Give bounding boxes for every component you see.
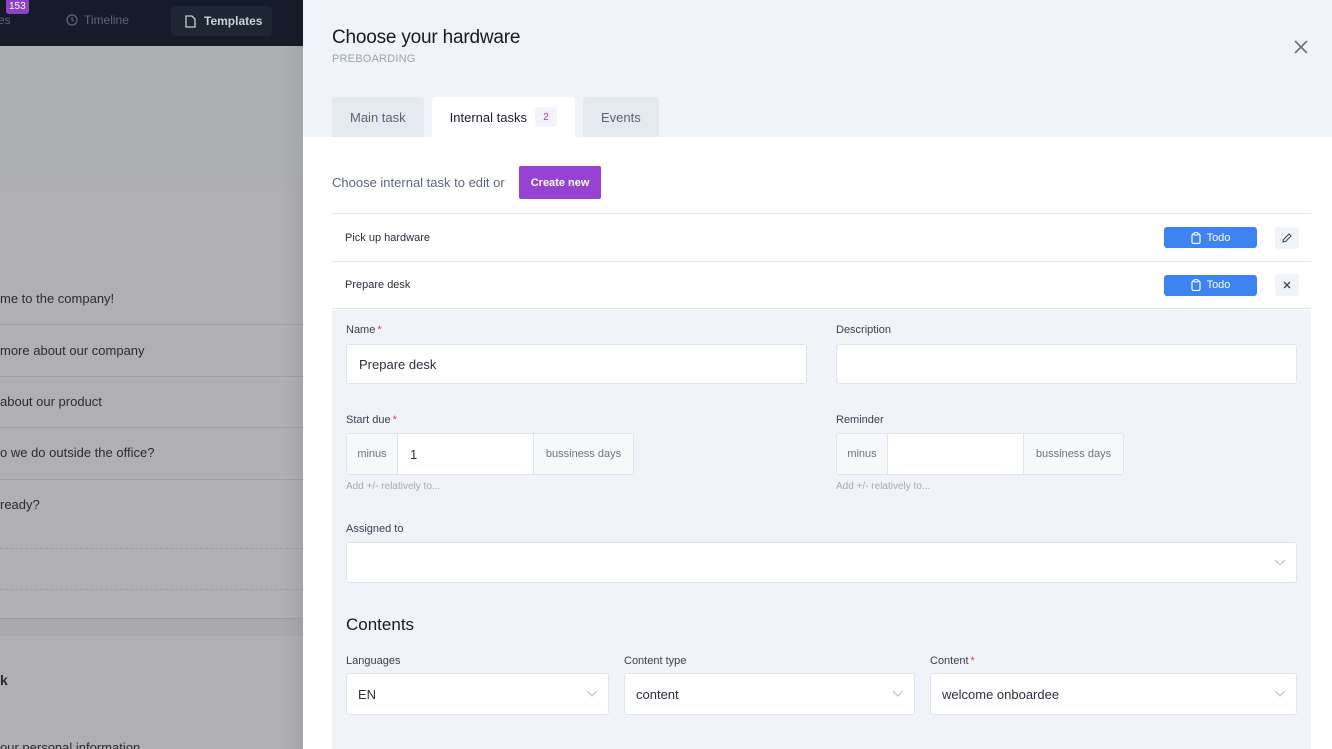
top-navigation-bar: 153 es Timeline Templates [0, 0, 303, 46]
tab-label: Main task [350, 109, 406, 125]
panel-subtitle: PREBOARDING [332, 53, 416, 65]
name-label: Name * [346, 324, 382, 336]
assigned-to-label: Assigned to [346, 523, 404, 535]
content-type-value: content [636, 686, 679, 702]
panel-title: Choose your hardware [332, 27, 521, 48]
create-new-button[interactable]: Create new [518, 166, 602, 199]
chevron-down-icon [1274, 690, 1286, 697]
panel-header: Choose your hardware PREBOARDING Main ta… [303, 0, 1332, 137]
task-row[interactable]: Prepare desk Todo [332, 261, 1311, 309]
content-select[interactable]: welcome onboardee [930, 673, 1297, 715]
tab-count-badge: 2 [534, 107, 557, 127]
list-item: ready? [0, 497, 40, 512]
name-input[interactable]: Prepare desk [346, 344, 807, 384]
nav-item-timeline[interactable]: Timeline [66, 13, 129, 27]
section-band [0, 618, 303, 636]
description-input[interactable] [836, 344, 1297, 384]
tab-events[interactable]: Events [582, 97, 659, 137]
internal-task-edit-form: Name * Prepare desk Description Start due… [332, 310, 1311, 749]
close-icon [1294, 40, 1308, 54]
close-button[interactable] [1290, 36, 1312, 58]
close-icon [1283, 281, 1291, 289]
panel-shadow [283, 46, 303, 749]
close-task-editor-button[interactable] [1275, 274, 1299, 296]
content-type-select[interactable]: content [624, 673, 915, 715]
choose-task-text: Choose internal task to edit or [332, 175, 505, 190]
languages-select[interactable]: EN [346, 673, 609, 715]
required-asterisk: * [392, 414, 397, 426]
description-label: Description [836, 324, 892, 336]
name-input-value: Prepare desk [359, 356, 437, 372]
tab-label: Events [600, 109, 641, 125]
chevron-down-icon [1274, 559, 1286, 566]
status-label: Todo [1206, 231, 1231, 244]
languages-value: EN [358, 686, 377, 702]
document-icon [185, 14, 196, 28]
tab-internal-tasks[interactable]: Internal tasks 2 [431, 97, 575, 137]
list-item: about our product [0, 394, 102, 409]
tab-label: Internal tasks [449, 109, 527, 125]
tab-bar: Main task Internal tasks 2 Events [332, 97, 659, 137]
divider [0, 376, 303, 377]
nav-item-label: Timeline [84, 13, 129, 27]
nav-item-templates[interactable]: Templates [171, 6, 272, 36]
reminder-hint: Add +/- relatively to... [836, 481, 931, 492]
start-due-label: Start due * [346, 414, 397, 426]
required-asterisk: * [970, 655, 975, 667]
divider [0, 324, 303, 325]
background-app: 153 es Timeline Templates me to the comp… [0, 0, 303, 749]
status-todo-button[interactable]: Todo [1164, 274, 1257, 296]
assigned-to-select[interactable] [346, 542, 1297, 583]
reminder-input[interactable] [888, 434, 1023, 474]
start-due-input[interactable]: 1 [398, 434, 533, 474]
task-row[interactable]: Pick up hardware Todo [332, 213, 1311, 261]
edit-task-button[interactable] [1275, 226, 1299, 249]
contents-section-title: Contents [346, 615, 415, 634]
task-side-panel: Choose your hardware PREBOARDING Main ta… [303, 0, 1332, 749]
list-item: o we do outside the office? [0, 445, 155, 460]
content-label: Content * [930, 655, 975, 667]
pencil-icon [1282, 232, 1292, 243]
divider [0, 479, 303, 480]
list-item: me to the company! [0, 291, 115, 306]
notification-badge: 153 [6, 0, 29, 14]
task-name: Pick up hardware [345, 231, 430, 244]
tab-main-task[interactable]: Main task [332, 97, 424, 137]
start-due-suffix: bussiness days [533, 434, 633, 474]
languages-label: Languages [346, 655, 401, 667]
dashed-divider [0, 589, 303, 590]
start-due-prefix: minus [347, 434, 398, 474]
nav-item-label: Templates [204, 14, 263, 28]
clipboard-icon [1190, 231, 1201, 244]
label-text: Name [346, 324, 376, 336]
list-item: more about our company [0, 343, 145, 358]
clock-icon [66, 14, 78, 26]
start-due-hint: Add +/- relatively to... [346, 481, 441, 492]
chevron-down-icon [892, 690, 904, 697]
clipboard-icon [1190, 279, 1201, 291]
nav-item-partial[interactable]: es [0, 13, 11, 27]
content-type-label: Content type [624, 655, 687, 667]
reminder-suffix: bussiness days [1023, 434, 1123, 474]
required-asterisk: * [377, 324, 382, 336]
label-text: Content [930, 655, 969, 667]
task-name: Prepare desk [345, 279, 411, 291]
status-label: Todo [1206, 279, 1231, 291]
start-due-input-group: minus 1 bussiness days [346, 433, 634, 475]
section-heading: k [0, 672, 8, 688]
label-text: Start due [346, 414, 391, 426]
choose-task-row: Choose internal task to edit or Create n… [332, 166, 602, 199]
background-header-area [0, 46, 303, 188]
status-todo-button[interactable]: Todo [1164, 227, 1257, 248]
reminder-input-group: minus bussiness days [836, 433, 1124, 475]
dashed-divider [0, 548, 303, 549]
content-value: welcome onboardee [942, 686, 1060, 702]
reminder-prefix: minus [837, 434, 888, 474]
chevron-down-icon [586, 690, 598, 697]
internal-task-list: Pick up hardware Todo Prepare desk Todo [332, 213, 1311, 309]
list-item: our personal information [0, 740, 141, 749]
divider [0, 427, 303, 428]
reminder-label: Reminder [836, 414, 884, 426]
